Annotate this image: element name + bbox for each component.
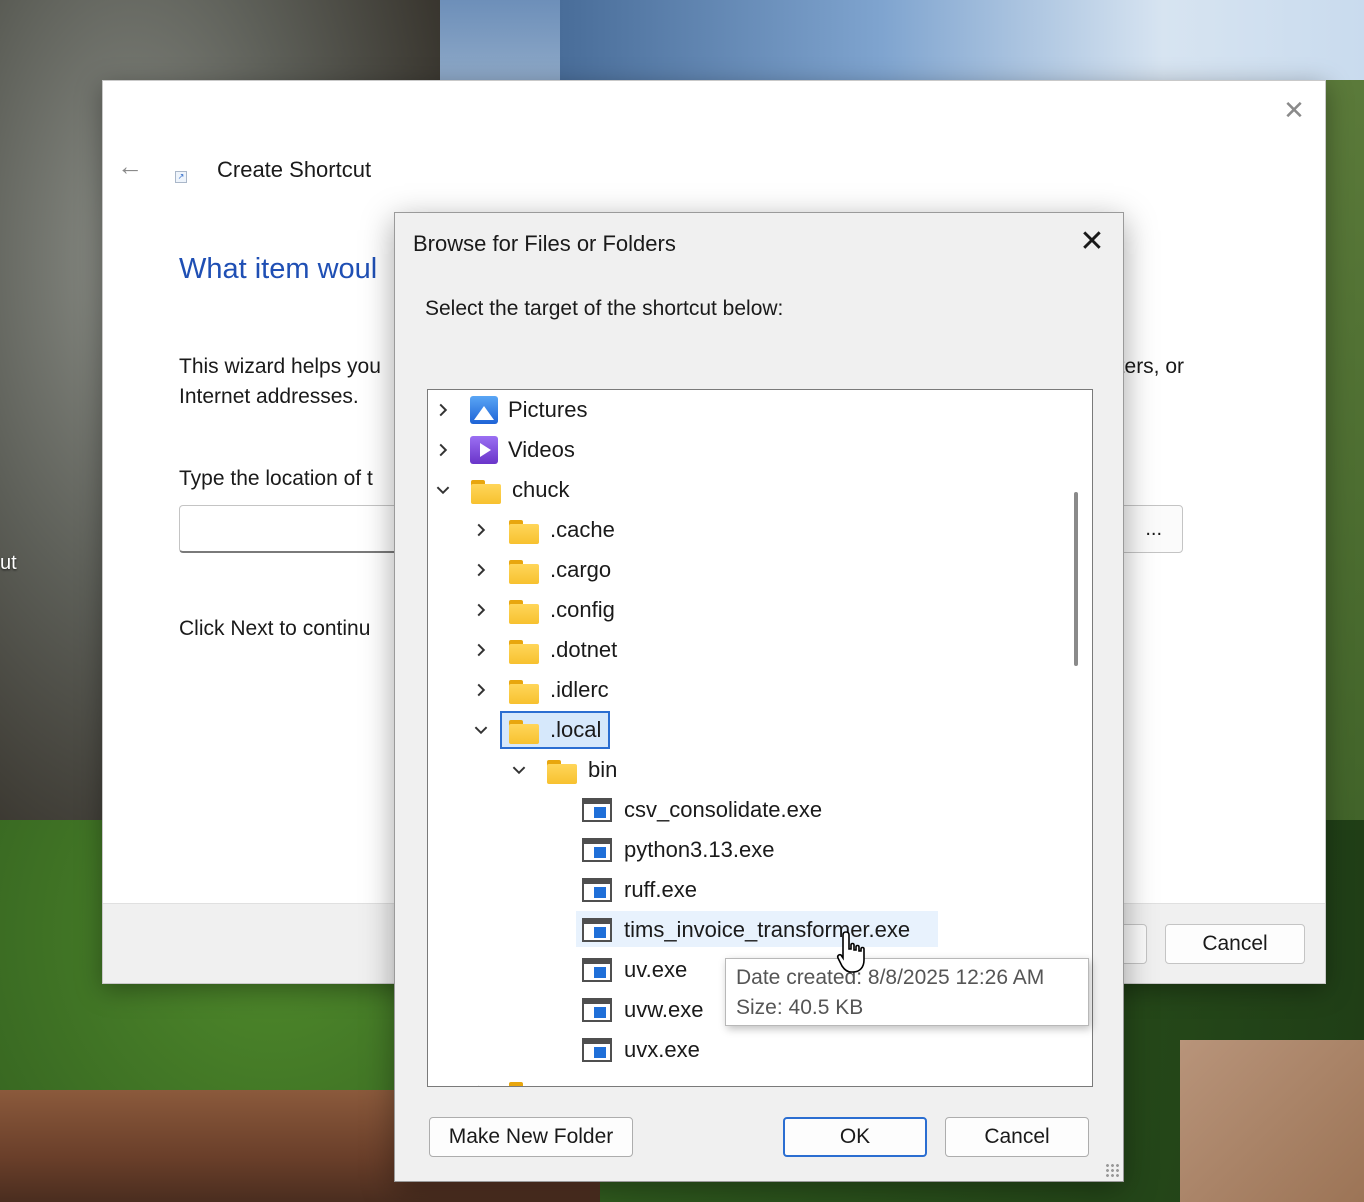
folder-icon <box>508 716 540 744</box>
chevron-right-icon[interactable] <box>434 441 452 459</box>
exe-file-icon <box>582 878 612 902</box>
exe-file-icon <box>582 958 612 982</box>
tree-item-label: Pictures <box>508 397 588 422</box>
tree-item-chuck[interactable]: chuck <box>434 472 569 508</box>
tree-item-label: bin <box>588 757 618 782</box>
folder-icon <box>508 596 540 624</box>
chevron-down-icon[interactable] <box>510 761 528 779</box>
tree-item-label: Videos <box>508 437 575 462</box>
resize-grip-icon[interactable] <box>1105 1163 1119 1177</box>
tree-item-file[interactable]: uvx.exe <box>582 1032 700 1068</box>
chevron-down-icon[interactable] <box>434 481 452 499</box>
folder-icon <box>508 516 540 544</box>
description-text-line2: Internet addresses. <box>179 385 359 408</box>
tree-item-pictures[interactable]: Pictures <box>434 392 587 428</box>
tree-item-idlerc[interactable]: .idlerc <box>472 672 609 708</box>
tree-item-label: .config <box>550 597 615 622</box>
tree-item-label: .cargo <box>550 557 612 582</box>
tree-item-label: .idlerc <box>550 677 609 702</box>
folder-icon <box>508 556 540 584</box>
videos-icon <box>470 436 498 464</box>
wizard-cancel-button[interactable]: Cancel <box>1165 924 1305 964</box>
tree-item-bin[interactable]: bin <box>510 752 617 788</box>
location-label: Type the location of t <box>179 467 373 490</box>
window-title: Create Shortcut <box>217 157 372 182</box>
folder-icon <box>546 756 578 784</box>
tree-item-file[interactable]: csv_consolidate.exe <box>582 792 822 828</box>
tree-item-cargo[interactable]: .cargo <box>472 552 611 588</box>
desktop-icon-label[interactable]: ut <box>0 552 17 575</box>
tree-item-label: .cache <box>550 517 615 542</box>
close-icon[interactable]: ✕ <box>1279 95 1309 125</box>
tree-item-label: csv_consolidate.exe <box>624 797 823 822</box>
dialog-title: Browse for Files or Folders <box>413 231 676 256</box>
tooltip-size: Size: 40.5 KB <box>736 996 864 1019</box>
browse-dialog: Browse for Files or Folders ✕ Select the… <box>394 212 1124 1182</box>
tree-item-videos[interactable]: Videos <box>434 432 575 468</box>
chevron-right-icon[interactable] <box>472 521 490 539</box>
click-next-text: Click Next to continu <box>179 617 371 640</box>
chevron-down-icon[interactable] <box>472 721 490 739</box>
folder-icon <box>470 476 502 504</box>
desktop-sky <box>560 0 1364 80</box>
tree-item-file[interactable]: uvw.exe <box>582 992 704 1028</box>
vertical-scrollbar[interactable] <box>1074 492 1078 666</box>
chevron-right-icon[interactable] <box>472 561 490 579</box>
folder-icon <box>508 1078 540 1086</box>
shortcut-icon: ↗ <box>175 171 187 183</box>
tree-item-label: uv.exe <box>624 957 688 982</box>
tree-item-label: ruff.exe <box>624 877 697 902</box>
exe-file-icon <box>582 838 612 862</box>
tree-item-file[interactable]: uv.exe <box>582 952 687 988</box>
exe-file-icon <box>582 798 612 822</box>
hand-cursor-icon <box>836 931 865 973</box>
file-info-tooltip: Date created: 8/8/2025 12:26 AM Size: 40… <box>725 958 1089 1026</box>
tree-item-label: uvw.exe <box>624 997 704 1022</box>
description-text: This wizard helps you <box>179 355 381 378</box>
ok-button[interactable]: OK <box>783 1117 927 1157</box>
tree-item-local[interactable]: .local <box>472 712 601 748</box>
tooltip-date-created: Date created: 8/8/2025 12:26 AM <box>736 966 1045 989</box>
tree-item-label: python3.13.exe <box>624 837 775 862</box>
pictures-icon <box>470 396 498 424</box>
exe-file-icon <box>582 918 612 942</box>
tree-item-label: .dotnet <box>550 637 618 662</box>
desktop-path <box>1180 1040 1364 1202</box>
tree-item-config[interactable]: .config <box>472 592 615 628</box>
tree-item-label: uvx.exe <box>624 1037 700 1062</box>
make-new-folder-button[interactable]: Make New Folder <box>429 1117 633 1157</box>
chevron-right-icon[interactable] <box>472 601 490 619</box>
chevron-right-icon[interactable] <box>434 401 452 419</box>
folder-icon <box>508 636 540 664</box>
tree-item-partial[interactable] <box>472 1074 550 1086</box>
cancel-button[interactable]: Cancel <box>945 1117 1089 1157</box>
chevron-right-icon[interactable] <box>472 1083 490 1086</box>
dialog-instruction: Select the target of the shortcut below: <box>425 297 784 320</box>
close-icon[interactable]: ✕ <box>1075 225 1109 259</box>
tree-item-label: .local <box>550 717 602 742</box>
page-heading: What item woul <box>179 253 378 285</box>
exe-file-icon <box>582 1038 612 1062</box>
chevron-right-icon[interactable] <box>472 641 490 659</box>
folder-icon <box>508 676 540 704</box>
tree-item-cache[interactable]: .cache <box>472 512 615 548</box>
chevron-right-icon[interactable] <box>472 681 490 699</box>
tree-item-label: chuck <box>512 477 570 502</box>
back-arrow-icon[interactable]: ← <box>117 151 143 182</box>
tree-item-file[interactable]: ruff.exe <box>582 872 697 908</box>
tree-item-file[interactable]: python3.13.exe <box>582 832 774 868</box>
tree-item-dotnet[interactable]: .dotnet <box>472 632 617 668</box>
exe-file-icon <box>582 998 612 1022</box>
